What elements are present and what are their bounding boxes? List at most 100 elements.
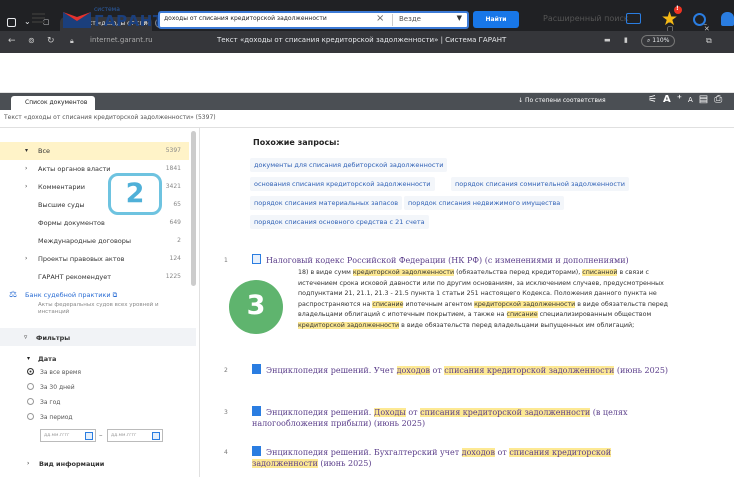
category-label: Высшие суды xyxy=(38,201,85,209)
notification-count: ! xyxy=(676,5,679,12)
date-option-label: За все время xyxy=(40,369,82,376)
radio-icon xyxy=(27,383,34,390)
category-authorities[interactable]: › Акты органов власти 1841 xyxy=(0,160,189,178)
result-number: 2 xyxy=(224,367,228,374)
sort-selector[interactable]: ↓ По степени соответствия xyxy=(518,97,606,104)
date-option-all[interactable]: За все время xyxy=(27,368,81,376)
result-title-link[interactable]: Энциклопедия решений. Учет доходов от сп… xyxy=(252,364,672,376)
zoom-indicator[interactable]: ⌕ 110% xyxy=(641,35,676,47)
date-option-year[interactable]: За год xyxy=(27,398,60,406)
court-practice-link[interactable]: Банк судебной практики ⧉ xyxy=(25,291,117,300)
court-practice-title: Банк судебной практики xyxy=(25,291,111,299)
advanced-search-icon[interactable] xyxy=(626,13,641,24)
date-to-placeholder: дд.мм.гггг xyxy=(111,433,137,438)
extensions-icon[interactable]: ⧉ xyxy=(706,36,712,46)
category-drafts[interactable]: › Проекты правовых актов 124 xyxy=(0,250,189,268)
date-option-label: За год xyxy=(40,399,61,406)
info-type-filter[interactable]: Вид информации xyxy=(39,460,104,468)
category-forms[interactable]: Формы документов 649 xyxy=(0,214,189,232)
similar-query-link[interactable]: документы для списания дебиторской задол… xyxy=(250,158,448,172)
reload-icon[interactable]: ↻ xyxy=(47,36,55,46)
app-header xyxy=(0,53,734,93)
chevron-right-icon[interactable]: › xyxy=(27,460,29,467)
category-label: Все xyxy=(38,147,51,155)
sort-arrow-icon: ↓ xyxy=(518,97,525,104)
calendar-icon[interactable] xyxy=(152,432,160,440)
sliders-icon[interactable]: ⚟ xyxy=(648,94,663,105)
lock-icon: 🔒︎ xyxy=(70,37,74,45)
date-option-30days[interactable]: За 30 дней xyxy=(27,383,75,391)
garant-logo-icon[interactable] xyxy=(62,9,92,29)
sidebar-scrollbar[interactable] xyxy=(191,131,196,286)
category-recommends[interactable]: ГАРАНТ рекомендует 1225 xyxy=(0,268,189,286)
similar-query-link[interactable]: порядок списания основного средства с 21… xyxy=(250,215,429,229)
history-clock-icon[interactable] xyxy=(693,13,706,26)
similar-query-link[interactable]: порядок списания материальных запасов xyxy=(250,196,403,210)
category-label: Международные договоры xyxy=(38,237,132,245)
document-icon xyxy=(252,254,261,264)
category-count: 65 xyxy=(173,201,181,208)
clear-search-icon[interactable]: × xyxy=(376,13,384,24)
date-option-label: За период xyxy=(40,414,73,421)
advanced-search-link[interactable]: Расширенный поиск xyxy=(543,14,629,23)
page-title-text: Текст «доходы от списания кредиторской з… xyxy=(217,36,507,44)
font-increase-icon[interactable]: A⁺ xyxy=(663,94,688,105)
find-button[interactable]: Найти xyxy=(473,11,519,28)
similar-query-link[interactable]: порядок списания недвижимого имущества xyxy=(404,196,565,210)
url-text[interactable]: internet.garant.ru xyxy=(90,36,153,44)
calendar-icon[interactable] xyxy=(85,432,93,440)
font-decrease-icon[interactable]: A xyxy=(688,96,699,104)
sort-label: По степени соответствия xyxy=(524,97,606,104)
category-count: 649 xyxy=(169,219,181,226)
browser-menu-icon[interactable] xyxy=(7,18,16,27)
chevron-down-icon: ▼ xyxy=(456,14,462,22)
category-international[interactable]: Международные договоры 2 xyxy=(0,232,189,250)
result-title-link[interactable]: Налоговый кодекс Российской Федерации (Н… xyxy=(252,254,672,266)
date-range-dash: – xyxy=(99,431,103,439)
result-title: Налоговый кодекс Российской Федерации (Н… xyxy=(266,256,629,265)
radio-icon xyxy=(27,413,34,420)
date-from-input[interactable]: дд.мм.гггг xyxy=(40,429,96,442)
chevron-down-icon: ▿ xyxy=(24,333,28,341)
screen-icon[interactable]: ▬ xyxy=(604,36,611,44)
result-number: 1 xyxy=(224,257,228,264)
encyclopedia-icon xyxy=(252,406,261,416)
user-icon[interactable] xyxy=(721,12,734,26)
scope-select[interactable]: Везде ▼ xyxy=(392,14,466,26)
date-filter-title: Дата xyxy=(38,355,57,363)
similar-query-link[interactable]: порядок списания сомнительной задолженно… xyxy=(451,177,629,191)
category-all[interactable]: ▾ Все 5397 xyxy=(0,142,189,160)
tab-list-icon[interactable]: ⌄ xyxy=(24,17,31,26)
annotation-badge-2: 2 xyxy=(108,173,162,215)
result-title-link[interactable]: Энциклопедия решений. Бухгалтерский учет… xyxy=(252,446,672,469)
chevron-down-icon[interactable]: ▾ xyxy=(27,355,30,362)
forward-icon[interactable]: ⊚ xyxy=(28,36,35,45)
radio-icon xyxy=(27,398,34,405)
external-link-icon: ⧉ xyxy=(112,291,118,299)
annotation-badge-3: 3 xyxy=(229,280,283,334)
category-count: 5397 xyxy=(165,147,181,154)
menu-icon[interactable] xyxy=(32,13,45,23)
breadcrumb: Текст «доходы от списания кредиторской з… xyxy=(0,110,734,128)
search-input[interactable] xyxy=(164,15,364,22)
back-icon[interactable]: ← xyxy=(8,36,16,46)
result-number: 4 xyxy=(224,449,228,456)
category-count: 3421 xyxy=(165,183,181,190)
radio-selected-icon xyxy=(27,368,34,375)
tab-document-list[interactable]: Список документов xyxy=(11,96,95,110)
similar-query-link[interactable]: основания списания кредиторской задолжен… xyxy=(250,177,435,191)
date-option-period[interactable]: За период xyxy=(27,413,73,421)
court-icon: ⚖ xyxy=(9,290,18,300)
date-to-input[interactable]: дд.мм.гггг xyxy=(107,429,163,442)
category-count: 1841 xyxy=(165,165,181,172)
bookmark-icon[interactable]: ▮ xyxy=(624,36,628,44)
chevron-right-icon: › xyxy=(25,255,28,262)
save-icon[interactable]: ▤ xyxy=(699,94,714,105)
filters-label: Фильтры xyxy=(36,334,71,342)
notification-badge: ! xyxy=(674,5,682,14)
filters-header[interactable]: ▿ Фильтры xyxy=(0,328,196,346)
result-number: 3 xyxy=(224,409,228,416)
result-title-link[interactable]: Энциклопедия решений. Доходы от списания… xyxy=(252,406,672,429)
category-label: Проекты правовых актов xyxy=(38,255,125,263)
print-icon[interactable]: ⎙ xyxy=(714,94,728,105)
